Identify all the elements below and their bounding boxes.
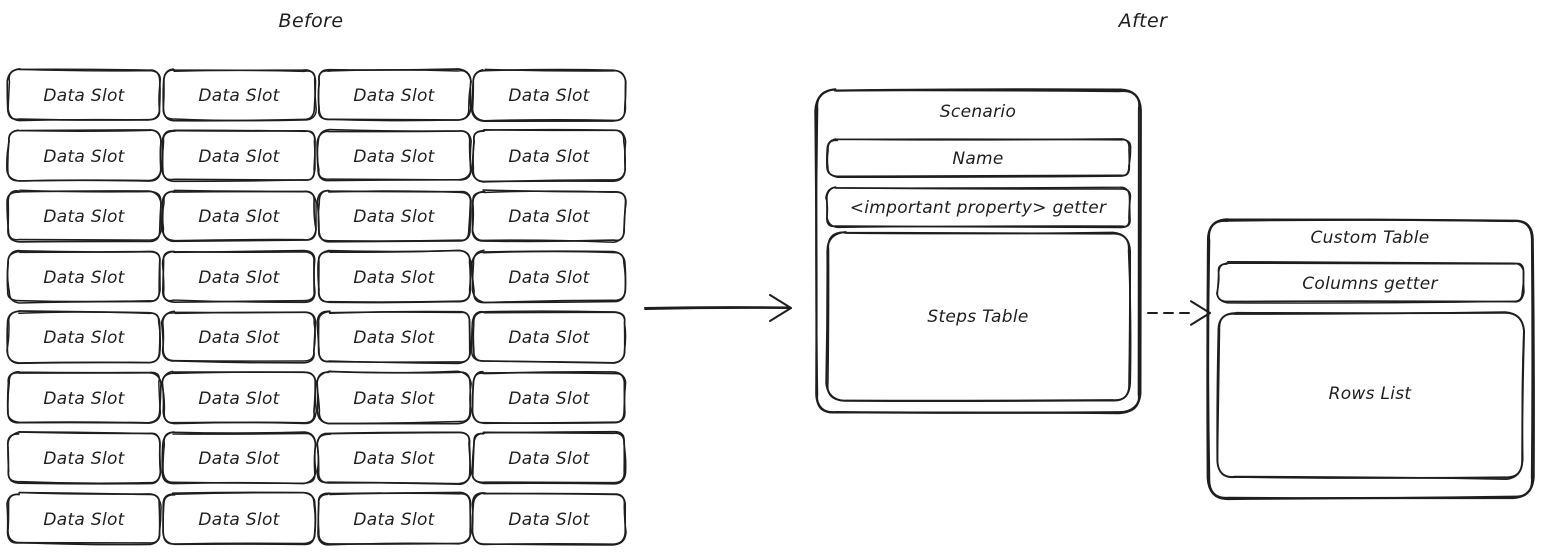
- scenario-name-field[interactable]: [827, 140, 1130, 176]
- data-slot-cell[interactable]: [8, 252, 160, 302]
- data-slot-cell[interactable]: [163, 131, 315, 181]
- data-slot-cell[interactable]: [473, 70, 625, 120]
- data-slot-cell[interactable]: [318, 131, 470, 181]
- data-slot-cell[interactable]: [473, 433, 625, 483]
- scenario-property-getter[interactable]: [827, 188, 1130, 227]
- data-slot-cell[interactable]: [8, 191, 160, 241]
- after-section-title: After: [1118, 10, 1168, 32]
- reference-arrow: [1146, 302, 1212, 324]
- data-slot-cell[interactable]: [473, 494, 625, 544]
- data-slot-cell[interactable]: [318, 433, 470, 483]
- custom-table-columns-getter[interactable]: [1218, 263, 1523, 302]
- data-slot-cell[interactable]: [163, 312, 315, 362]
- data-slot-cell[interactable]: [473, 252, 625, 302]
- data-slot-cell[interactable]: [8, 131, 160, 181]
- data-slot-cell[interactable]: [318, 373, 470, 423]
- data-slot-cell[interactable]: [473, 191, 625, 241]
- before-section-title: Before: [278, 10, 344, 32]
- data-slot-cell[interactable]: [318, 252, 470, 302]
- data-slot-cell[interactable]: [318, 70, 470, 120]
- data-slot-cell[interactable]: [318, 191, 470, 241]
- data-slot-cell[interactable]: [163, 433, 315, 483]
- data-slot-cell[interactable]: [473, 312, 625, 362]
- data-slot-cell[interactable]: [163, 494, 315, 544]
- data-slot-cell[interactable]: [473, 373, 625, 423]
- data-slot-cell[interactable]: [163, 252, 315, 302]
- data-slot-cell[interactable]: [473, 131, 625, 181]
- data-slot-cell[interactable]: [163, 70, 315, 120]
- transform-arrow: [645, 296, 791, 320]
- data-slot-cell[interactable]: [163, 191, 315, 241]
- data-slot-cell[interactable]: [318, 494, 470, 544]
- custom-table-rows-list[interactable]: [1218, 313, 1523, 478]
- data-slot-cell[interactable]: [8, 433, 160, 483]
- data-slot-cell[interactable]: [8, 312, 160, 362]
- data-slot-cell[interactable]: [318, 312, 470, 362]
- data-slot-cell[interactable]: [163, 373, 315, 423]
- data-slot-cell[interactable]: [8, 494, 160, 544]
- data-slot-cell[interactable]: [8, 70, 160, 120]
- scenario-steps-table[interactable]: [827, 233, 1130, 401]
- data-slot-cell[interactable]: [8, 373, 160, 423]
